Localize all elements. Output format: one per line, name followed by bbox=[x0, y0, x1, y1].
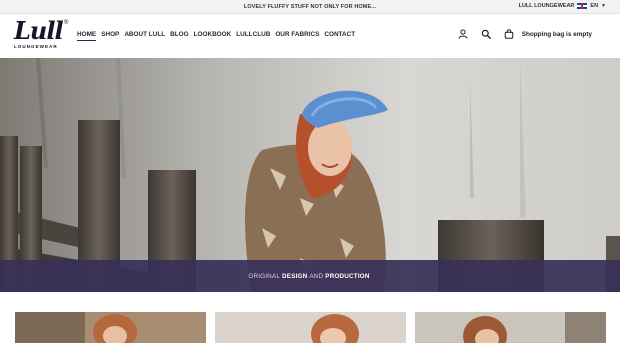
nav-item-home[interactable]: HOME bbox=[77, 31, 97, 41]
header-actions: Shopping bag is empty bbox=[458, 29, 592, 39]
search-icon[interactable] bbox=[481, 29, 491, 39]
caption-design: DESIGN bbox=[282, 272, 308, 280]
teaser-card[interactable] bbox=[215, 312, 406, 343]
topbar-right: LULL LOUNGEWEAR EN ▼ bbox=[519, 3, 606, 9]
uk-flag-icon bbox=[577, 3, 588, 9]
user-icon[interactable] bbox=[458, 29, 468, 39]
teaser-image bbox=[415, 312, 606, 343]
nav-item-shop[interactable]: SHOP bbox=[101, 31, 119, 41]
caption-and: AND bbox=[309, 272, 324, 280]
nav-item-blog[interactable]: BLOG bbox=[170, 31, 188, 41]
caption-production: PRODUCTION bbox=[325, 272, 370, 280]
teaser-image bbox=[215, 312, 406, 343]
top-announcement-bar: LOVELY FLUFFY STUFF NOT ONLY FOR HOME...… bbox=[0, 0, 620, 14]
logo-script: Lull bbox=[14, 16, 64, 45]
shopping-bag-icon[interactable] bbox=[504, 29, 514, 39]
teaser-image bbox=[15, 312, 206, 343]
hero-banner[interactable]: ORIGINAL DESIGN AND PRODUCTION bbox=[0, 58, 620, 292]
product-teasers bbox=[0, 292, 620, 343]
site-header: Lull LOUNGEWEAR ® HOME SHOP ABOUT LULL B… bbox=[0, 14, 620, 58]
language-selector[interactable]: EN bbox=[590, 3, 598, 9]
teaser-card[interactable] bbox=[415, 312, 606, 343]
registered-mark: ® bbox=[64, 20, 69, 26]
nav-item-about-lull[interactable]: ABOUT LULL bbox=[124, 31, 165, 41]
brand-link[interactable]: LULL LOUNGEWEAR bbox=[519, 3, 575, 9]
nav-item-contact[interactable]: CONTACT bbox=[324, 31, 355, 41]
chevron-down-icon[interactable]: ▼ bbox=[601, 3, 606, 9]
hero-caption: ORIGINAL DESIGN AND PRODUCTION bbox=[0, 260, 620, 292]
cart-status[interactable]: Shopping bag is empty bbox=[522, 31, 592, 38]
nav-item-lullclub[interactable]: LULLCLUB bbox=[236, 31, 270, 41]
nav-item-lookbook[interactable]: LOOKBOOK bbox=[194, 31, 232, 41]
nav-item-our-fabrics[interactable]: OUR FABRICS bbox=[275, 31, 319, 41]
hero-image bbox=[0, 58, 620, 292]
teaser-card[interactable] bbox=[15, 312, 206, 343]
lull-logo[interactable]: Lull LOUNGEWEAR ® bbox=[14, 19, 70, 55]
caption-original: ORIGINAL bbox=[248, 272, 281, 280]
main-nav: HOME SHOP ABOUT LULL BLOG LOOKBOOK LULLC… bbox=[77, 31, 355, 41]
